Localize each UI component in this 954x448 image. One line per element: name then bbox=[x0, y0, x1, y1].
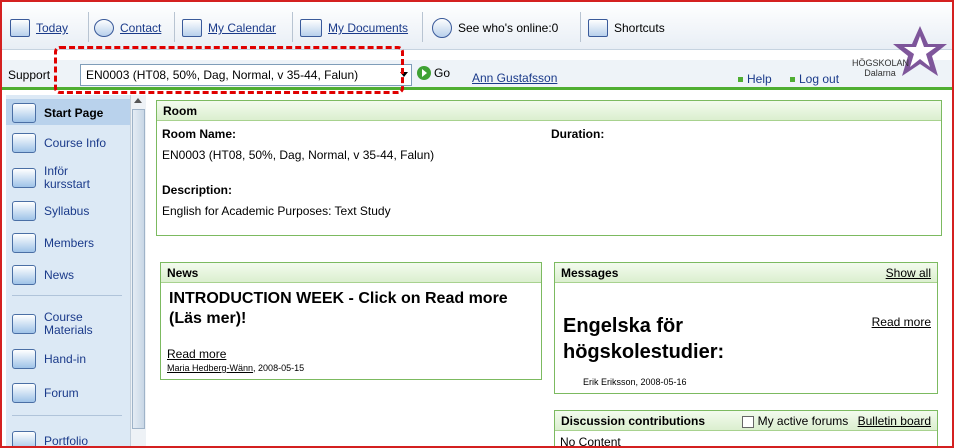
support-label: Support bbox=[8, 68, 51, 82]
description-label: Description: bbox=[162, 183, 233, 197]
shortcuts-button[interactable]: Shortcuts bbox=[588, 18, 665, 38]
logout-link[interactable]: Log out bbox=[790, 72, 839, 86]
my-forums-label: My active forums bbox=[757, 414, 849, 428]
help-link[interactable]: Help bbox=[738, 72, 772, 86]
portfolio-icon bbox=[12, 431, 36, 446]
messages-header: Messages Show all bbox=[555, 263, 937, 283]
sidebar-item-start-page[interactable]: Start Page bbox=[12, 103, 103, 123]
sidebar-item-news[interactable]: News bbox=[12, 265, 74, 285]
today-button[interactable]: Today bbox=[10, 18, 68, 38]
highlight-box bbox=[54, 46, 404, 94]
calendar-icon bbox=[182, 19, 202, 37]
show-all-link[interactable]: Show all bbox=[886, 266, 931, 280]
discussion-heading: Discussion contributions bbox=[561, 414, 706, 428]
forum-icon bbox=[12, 383, 36, 403]
online-button[interactable]: See who's online:0 bbox=[432, 18, 558, 38]
sidebar-scrollbar[interactable] bbox=[130, 95, 146, 446]
bulletin-board-link[interactable]: Bulletin board bbox=[858, 414, 931, 428]
calendar-link[interactable]: My Calendar bbox=[208, 21, 276, 35]
news-panel: News INTRODUCTION WEEK - Click on Read m… bbox=[160, 262, 542, 380]
top-toolbar: Today Contact My Calendar My Documents S… bbox=[2, 2, 952, 50]
discussion-header: Discussion contributions My active forum… bbox=[555, 411, 937, 431]
user-link[interactable]: Ann Gustafsson bbox=[472, 71, 557, 85]
news-author[interactable]: Maria Hedberg-Wänn bbox=[167, 363, 253, 373]
scroll-thumb[interactable] bbox=[132, 109, 145, 429]
description-value: English for Academic Purposes: Text Stud… bbox=[162, 204, 391, 218]
news-date: , 2008-05-15 bbox=[253, 363, 305, 373]
sidebar-item-label: Start Page bbox=[44, 105, 104, 120]
room-name-value: EN0003 (HT08, 50%, Dag, Normal, v 35-44,… bbox=[162, 148, 435, 162]
logout-label: Log out bbox=[799, 72, 840, 86]
my-forums-checkbox[interactable] bbox=[741, 415, 754, 428]
people-icon bbox=[12, 201, 36, 221]
discussion-panel: Discussion contributions My active forum… bbox=[554, 410, 938, 448]
sidebar: Start Page Course Info Inför kursstart S… bbox=[6, 95, 146, 448]
members-icon bbox=[12, 233, 36, 253]
bullet-icon bbox=[790, 76, 795, 82]
room-heading: Room bbox=[157, 101, 941, 121]
messages-read-more[interactable]: Read more bbox=[872, 315, 931, 329]
sidebar-item-label: Hand-in bbox=[44, 351, 87, 366]
sidebar-item-course-info[interactable]: Course Info bbox=[12, 133, 106, 153]
online-label: See who's online:0 bbox=[458, 21, 559, 35]
news-byline: Maria Hedberg-Wänn, 2008-05-15 bbox=[167, 363, 304, 373]
message-byline: Erik Eriksson, 2008-05-16 bbox=[583, 377, 687, 387]
sidebar-item-label: Portfolio bbox=[44, 433, 89, 448]
go-button[interactable]: Go bbox=[417, 66, 450, 80]
discussion-content: No Content bbox=[560, 435, 621, 448]
duration-label: Duration: bbox=[551, 127, 605, 141]
discussion-options: My active forums Bulletin board bbox=[741, 414, 931, 428]
sidebar-item-forum[interactable]: Forum bbox=[12, 383, 79, 403]
sidebar-item-label: Syllabus bbox=[44, 203, 90, 218]
news-read-more[interactable]: Read more bbox=[167, 347, 226, 361]
sidebar-item-hand-in[interactable]: Hand-in bbox=[12, 349, 86, 369]
messages-heading: Messages bbox=[561, 266, 619, 280]
house-icon bbox=[12, 103, 36, 123]
calendar-day-icon bbox=[10, 19, 30, 37]
info-icon bbox=[12, 133, 36, 153]
room-name-label: Room Name: bbox=[162, 127, 237, 141]
folder-icon bbox=[300, 19, 322, 37]
sidebar-item-infor-kursstart[interactable]: Inför kursstart bbox=[12, 165, 92, 191]
people-icon bbox=[12, 168, 36, 188]
contact-link[interactable]: Contact bbox=[120, 21, 161, 35]
scroll-up-icon[interactable] bbox=[134, 98, 142, 103]
logo-line2: Dalarna bbox=[864, 68, 896, 78]
app-window: Today Contact My Calendar My Documents S… bbox=[0, 0, 954, 448]
shortcuts-icon bbox=[588, 19, 608, 37]
smiley-icon bbox=[432, 18, 452, 38]
room-panel: Room Room Name: EN0003 (HT08, 50%, Dag, … bbox=[156, 100, 942, 236]
folder-icon bbox=[12, 314, 36, 334]
sidebar-item-label: Inför kursstart bbox=[44, 164, 91, 191]
shortcuts-label: Shortcuts bbox=[614, 21, 665, 35]
sidebar-item-members[interactable]: Members bbox=[12, 233, 94, 253]
logo-text: HÖGSKOLAN Dalarna bbox=[852, 58, 910, 78]
today-link[interactable]: Today bbox=[36, 21, 68, 35]
go-label: Go bbox=[434, 66, 451, 80]
sidebar-item-syllabus[interactable]: Syllabus bbox=[12, 201, 89, 221]
sidebar-item-label: Course Materials bbox=[44, 310, 93, 337]
documents-button[interactable]: My Documents bbox=[300, 18, 408, 38]
contact-button[interactable]: Contact bbox=[94, 18, 161, 38]
help-label: Help bbox=[747, 72, 772, 86]
handin-icon bbox=[12, 349, 36, 369]
message-title: Engelska för högskolestudier: bbox=[563, 315, 725, 363]
sidebar-item-course-materials[interactable]: Course Materials bbox=[12, 310, 93, 337]
news-heading: News bbox=[161, 263, 541, 283]
logo-line1: HÖGSKOLAN bbox=[852, 58, 910, 68]
messages-panel: Messages Show all Engelska för högskoles… bbox=[554, 262, 938, 394]
sidebar-item-label: Members bbox=[44, 235, 95, 250]
sidebar-item-label: Forum bbox=[44, 385, 79, 400]
calendar-button[interactable]: My Calendar bbox=[182, 18, 276, 38]
sidebar-item-label: News bbox=[44, 267, 75, 282]
go-arrow-icon bbox=[417, 66, 431, 80]
sidebar-item-label: Course Info bbox=[44, 135, 107, 150]
contact-icon bbox=[94, 19, 114, 37]
sidebar-item-portfolio[interactable]: Portfolio bbox=[12, 431, 89, 448]
documents-link[interactable]: My Documents bbox=[328, 21, 408, 35]
bullet-icon bbox=[738, 76, 743, 82]
news-icon bbox=[12, 265, 36, 285]
news-title: INTRODUCTION WEEK - Click on Read more (… bbox=[169, 290, 508, 327]
